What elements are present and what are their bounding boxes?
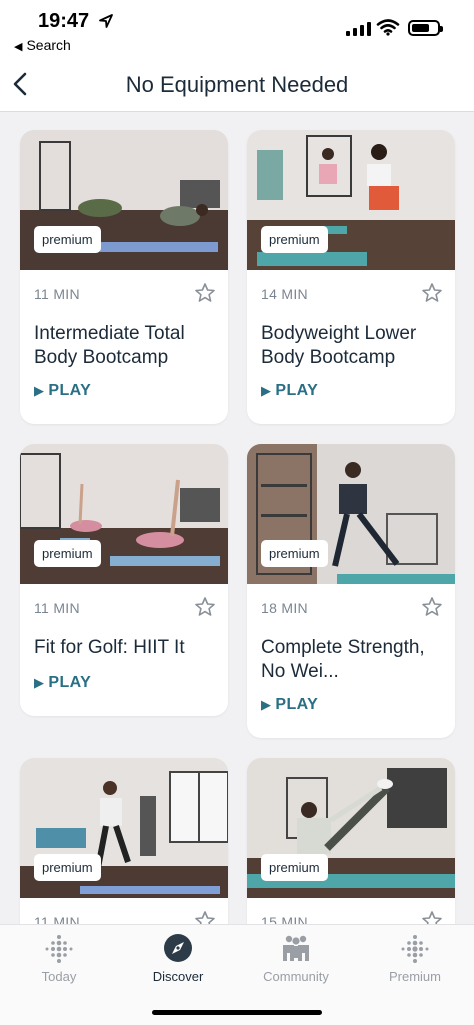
workout-thumbnail: premium [247, 444, 455, 584]
play-triangle-icon: ▶ [261, 697, 272, 712]
tab-community-label: Community [263, 969, 329, 984]
play-triangle-icon: ▶ [261, 383, 272, 398]
favorite-star-icon[interactable] [421, 910, 443, 924]
tab-community[interactable]: Community [251, 933, 341, 984]
location-arrow-icon [99, 14, 113, 28]
premium-badge: premium [34, 854, 101, 881]
workout-title: Fit for Golf: HIIT It [34, 637, 185, 658]
favorite-star-icon[interactable] [194, 910, 216, 924]
play-button[interactable]: ▶ PLAY [34, 382, 91, 400]
home-indicator [152, 1010, 322, 1015]
tab-premium[interactable]: Premium [370, 933, 460, 984]
back-triangle-icon: ◀ [14, 41, 23, 53]
workout-card[interactable]: premium 11 MIN [20, 758, 228, 924]
today-dots-icon [45, 935, 73, 963]
tab-today[interactable]: Today [14, 933, 104, 984]
workout-duration: 11 MIN [34, 914, 80, 924]
favorite-star-icon[interactable] [421, 282, 443, 304]
compass-icon [164, 934, 192, 962]
page-title: No Equipment Needed [125, 72, 349, 97]
premium-badge: premium [34, 540, 101, 567]
cellular-signal-icon [346, 22, 371, 36]
tab-today-label: Today [41, 969, 77, 984]
favorite-star-icon[interactable] [194, 596, 216, 618]
favorite-star-icon[interactable] [421, 596, 443, 618]
workout-card[interactable]: premium 15 MIN [247, 758, 455, 924]
battery-icon [408, 20, 443, 36]
premium-badge: premium [34, 226, 101, 253]
nav-header: No Equipment Needed [0, 60, 474, 112]
workout-card[interactable]: premium 14 MIN Bodyweight Lower Body Boo… [247, 130, 455, 424]
play-triangle-icon: ▶ [34, 383, 45, 398]
workout-duration: 14 MIN [261, 286, 308, 302]
status-time: 19:47 [38, 10, 90, 32]
tab-discover[interactable]: Discover [133, 933, 223, 984]
workout-duration: 15 MIN [261, 914, 308, 924]
workout-card[interactable]: premium 18 MIN Complete Strength, No Wei… [247, 444, 455, 738]
community-people-icon [283, 935, 309, 961]
status-bar: 19:47 ◀ Search [0, 0, 474, 60]
workout-thumbnail: premium [20, 444, 228, 584]
play-button[interactable]: ▶ PLAY [261, 382, 318, 400]
workout-duration: 11 MIN [34, 600, 80, 616]
premium-dots-icon [401, 935, 429, 963]
workout-duration: 18 MIN [261, 600, 308, 616]
play-triangle-icon: ▶ [34, 675, 45, 690]
workout-duration: 11 MIN [34, 286, 80, 302]
play-button[interactable]: ▶ PLAY [261, 696, 318, 714]
workout-title: Intermediate Total Body Bootcamp [34, 323, 185, 368]
workout-thumbnail: premium [247, 130, 455, 270]
back-to-app-link[interactable]: ◀ Search [14, 37, 71, 53]
premium-badge: premium [261, 540, 328, 567]
workout-thumbnail: premium [20, 130, 228, 270]
tab-premium-label: Premium [388, 969, 441, 984]
workout-grid: premium 11 MIN Intermediate Total Body B… [0, 112, 474, 924]
play-button[interactable]: ▶ PLAY [34, 674, 91, 692]
workout-title: Complete Strength, No Wei... [261, 637, 425, 682]
premium-badge: premium [261, 226, 328, 253]
workout-thumbnail: premium [247, 758, 455, 898]
workout-card[interactable]: premium 11 MIN Fit for Golf: HIIT It ▶ PL… [20, 444, 228, 716]
tab-discover-label: Discover [152, 969, 204, 984]
workout-thumbnail: premium [20, 758, 228, 898]
wifi-icon [376, 19, 400, 36]
premium-badge: premium [261, 854, 328, 881]
workout-title: Bodyweight Lower Body Bootcamp [261, 323, 417, 368]
favorite-star-icon[interactable] [194, 282, 216, 304]
back-app-label: Search [26, 37, 71, 53]
workout-card[interactable]: premium 11 MIN Intermediate Total Body B… [20, 130, 228, 424]
